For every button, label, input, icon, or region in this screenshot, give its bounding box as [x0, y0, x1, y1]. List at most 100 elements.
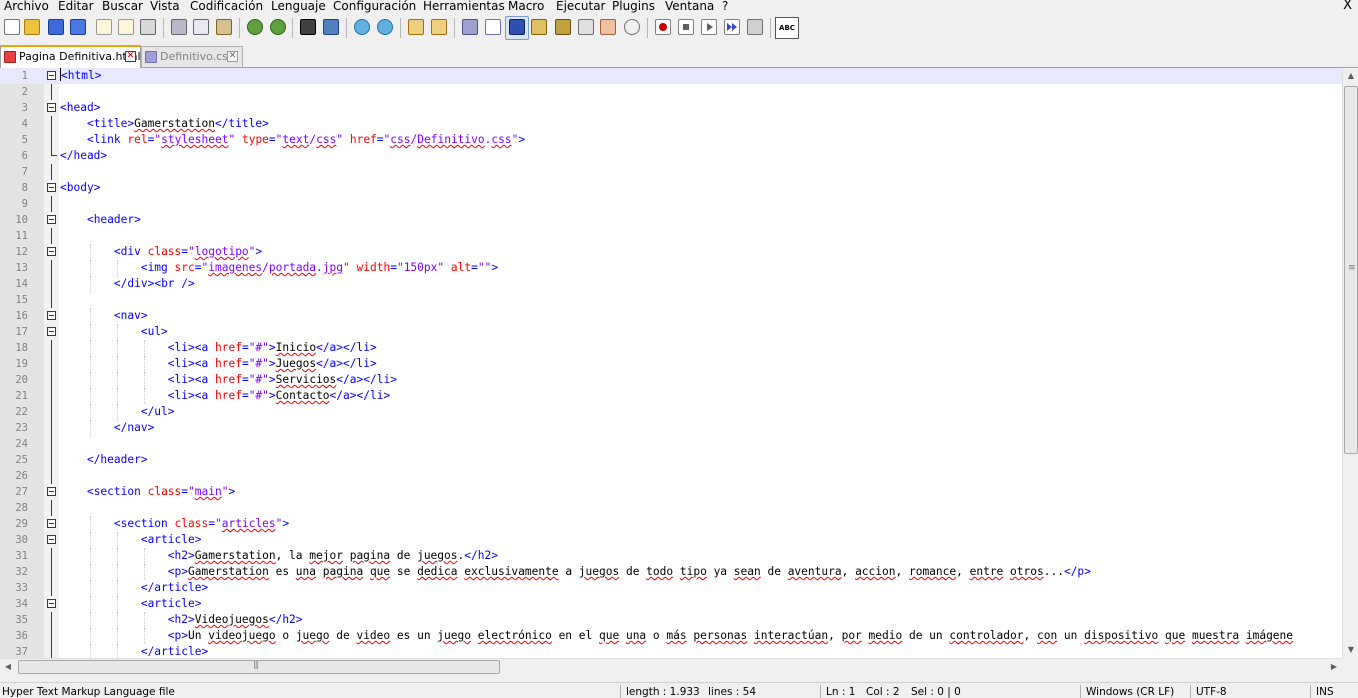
code-line[interactable]: 2	[0, 84, 1342, 100]
vertical-scrollbar[interactable]: ▲ ▼	[1342, 68, 1358, 658]
horizontal-scroll-thumb[interactable]	[18, 660, 500, 674]
code-text[interactable]: </div><br />	[60, 276, 195, 292]
code-text[interactable]: </article>	[60, 644, 208, 658]
code-line[interactable]: 27 <section class="main">	[0, 484, 1342, 500]
tab-definitivo-css[interactable]: Definitivo.css ✕	[141, 46, 243, 67]
code-line[interactable]: 18 <li><a href="#">Inicio</a></li>	[0, 340, 1342, 356]
code-line[interactable]: 9	[0, 196, 1342, 212]
code-text[interactable]: <li><a href="#">Juegos</a></li>	[60, 356, 377, 372]
redo-icon[interactable]	[270, 19, 286, 35]
indent-guide-icon[interactable]	[509, 19, 525, 35]
code-line[interactable]: 11	[0, 228, 1342, 244]
status-encoding[interactable]: UTF-8	[1196, 683, 1227, 698]
save-macro-icon[interactable]	[747, 19, 763, 35]
copy-icon[interactable]	[193, 19, 209, 35]
code-text[interactable]: <section class="articles">	[60, 516, 289, 532]
code-line[interactable]: 28	[0, 500, 1342, 516]
menu-ejecutar[interactable]: Ejecutar	[556, 0, 606, 14]
menu-ventana[interactable]: Ventana	[665, 0, 714, 14]
paste-icon[interactable]	[216, 19, 232, 35]
code-line[interactable]: 22 </ul>	[0, 404, 1342, 420]
undo-icon[interactable]	[247, 19, 263, 35]
code-line[interactable]: 20 <li><a href="#">Servicios</a></li>	[0, 372, 1342, 388]
code-line[interactable]: 3 <head>	[0, 100, 1342, 116]
code-line[interactable]: 32 <p>Gamerstation es una pagina que se …	[0, 564, 1342, 580]
code-text[interactable]: <section class="main">	[60, 484, 235, 500]
play-macro-icon[interactable]	[701, 19, 717, 35]
code-text[interactable]: <header>	[60, 212, 141, 228]
code-line[interactable]: 15	[0, 292, 1342, 308]
code-text[interactable]: <article>	[60, 596, 202, 612]
code-line[interactable]: 30 <article>	[0, 532, 1342, 548]
code-text[interactable]: <img src="imagenes/portada.jpg" width="1…	[60, 260, 498, 276]
code-text[interactable]: <p>Gamerstation es una pagina que se ded…	[60, 564, 1091, 580]
menu-macro[interactable]: Macro	[508, 0, 544, 14]
fold-toggle-icon[interactable]	[47, 327, 56, 336]
code-line[interactable]: 34 <article>	[0, 596, 1342, 612]
zoom-in-icon[interactable]	[354, 19, 370, 35]
save-all-icon[interactable]	[70, 19, 86, 35]
sync-vertical-icon[interactable]	[408, 19, 424, 35]
code-line[interactable]: 21 <li><a href="#">Contacto</a></li>	[0, 388, 1342, 404]
code-line[interactable]: 12 <div class="logotipo">	[0, 244, 1342, 260]
code-line[interactable]: 4 <title>Gamerstation</title>	[0, 116, 1342, 132]
code-line[interactable]: 37 </article>	[0, 644, 1342, 658]
fold-toggle-icon[interactable]	[47, 247, 56, 256]
code-text[interactable]: </article>	[60, 580, 208, 596]
code-line[interactable]: 24	[0, 436, 1342, 452]
user-defined-language-icon[interactable]	[531, 19, 547, 35]
menu-help[interactable]: ?	[722, 0, 728, 14]
code-line[interactable]: 10 <header>	[0, 212, 1342, 228]
save-icon[interactable]	[48, 19, 64, 35]
code-text[interactable]: <h2>Videojuegos</h2>	[60, 612, 303, 628]
status-insert-mode[interactable]: INS	[1316, 683, 1334, 698]
code-text[interactable]: <title>Gamerstation</title>	[60, 116, 269, 132]
run-macro-multiple-icon[interactable]	[724, 19, 740, 35]
code-editor[interactable]: 1 <html> 2 3 <head> 4 <title>Gamerstation</ti…	[0, 68, 1342, 658]
fold-toggle-icon[interactable]	[47, 311, 56, 320]
zoom-out-icon[interactable]	[377, 19, 393, 35]
code-text[interactable]: <div class="logotipo">	[60, 244, 262, 260]
print-icon[interactable]	[140, 19, 156, 35]
vertical-scroll-thumb[interactable]	[1344, 86, 1358, 454]
cut-icon[interactable]	[171, 19, 187, 35]
code-line[interactable]: 14 </div><br />	[0, 276, 1342, 292]
menu-herramientas[interactable]: Herramientas	[423, 0, 505, 14]
code-line[interactable]: 35 <h2>Videojuegos</h2>	[0, 612, 1342, 628]
code-text[interactable]: <body>	[60, 180, 100, 196]
new-file-icon[interactable]	[4, 19, 20, 35]
code-line[interactable]: 1 <html>	[0, 68, 1342, 84]
code-line[interactable]: 13 <img src="imagenes/portada.jpg" width…	[0, 260, 1342, 276]
stop-recording-icon[interactable]	[678, 19, 694, 35]
code-text[interactable]: <li><a href="#">Inicio</a></li>	[60, 340, 377, 356]
close-document-button[interactable]: X	[1343, 0, 1352, 14]
menu-buscar[interactable]: Buscar	[102, 0, 143, 14]
code-line[interactable]: 29 <section class="articles">	[0, 516, 1342, 532]
code-line[interactable]: 23 </nav>	[0, 420, 1342, 436]
fold-toggle-icon[interactable]	[47, 103, 56, 112]
code-text[interactable]: <li><a href="#">Servicios</a></li>	[60, 372, 397, 388]
code-line[interactable]: 19 <li><a href="#">Juegos</a></li>	[0, 356, 1342, 372]
tab-close-icon[interactable]: ✕	[125, 51, 136, 62]
tab-pagina-definitiva-html[interactable]: Pagina Definitiva.html ✕	[0, 45, 141, 68]
fold-toggle-icon[interactable]	[47, 71, 56, 80]
code-line[interactable]: 36 <p>Un videojuego o juego de video es …	[0, 628, 1342, 644]
find-icon[interactable]	[300, 19, 316, 35]
code-text[interactable]: <li><a href="#">Contacto</a></li>	[60, 388, 390, 404]
code-line[interactable]: 5 <link rel="stylesheet" type="text/css"…	[0, 132, 1342, 148]
menu-configuracion[interactable]: Configuración	[333, 0, 416, 14]
code-line[interactable]: 8 <body>	[0, 180, 1342, 196]
close-all-icon[interactable]	[118, 19, 134, 35]
word-wrap-icon[interactable]	[462, 19, 478, 35]
menu-editar[interactable]: Editar	[58, 0, 94, 14]
scroll-down-icon[interactable]: ▼	[1343, 642, 1358, 658]
code-text[interactable]: <link rel="stylesheet" type="text/css" h…	[60, 132, 525, 148]
status-eol-format[interactable]: Windows (CR LF)	[1086, 683, 1174, 698]
scroll-up-icon[interactable]: ▲	[1343, 68, 1358, 84]
monitoring-eye-icon[interactable]	[624, 19, 640, 35]
fold-toggle-icon[interactable]	[47, 183, 56, 192]
menu-archivo[interactable]: Archivo	[4, 0, 49, 14]
code-line[interactable]: 33 </article>	[0, 580, 1342, 596]
fold-toggle-icon[interactable]	[47, 519, 56, 528]
fold-toggle-icon[interactable]	[47, 487, 56, 496]
